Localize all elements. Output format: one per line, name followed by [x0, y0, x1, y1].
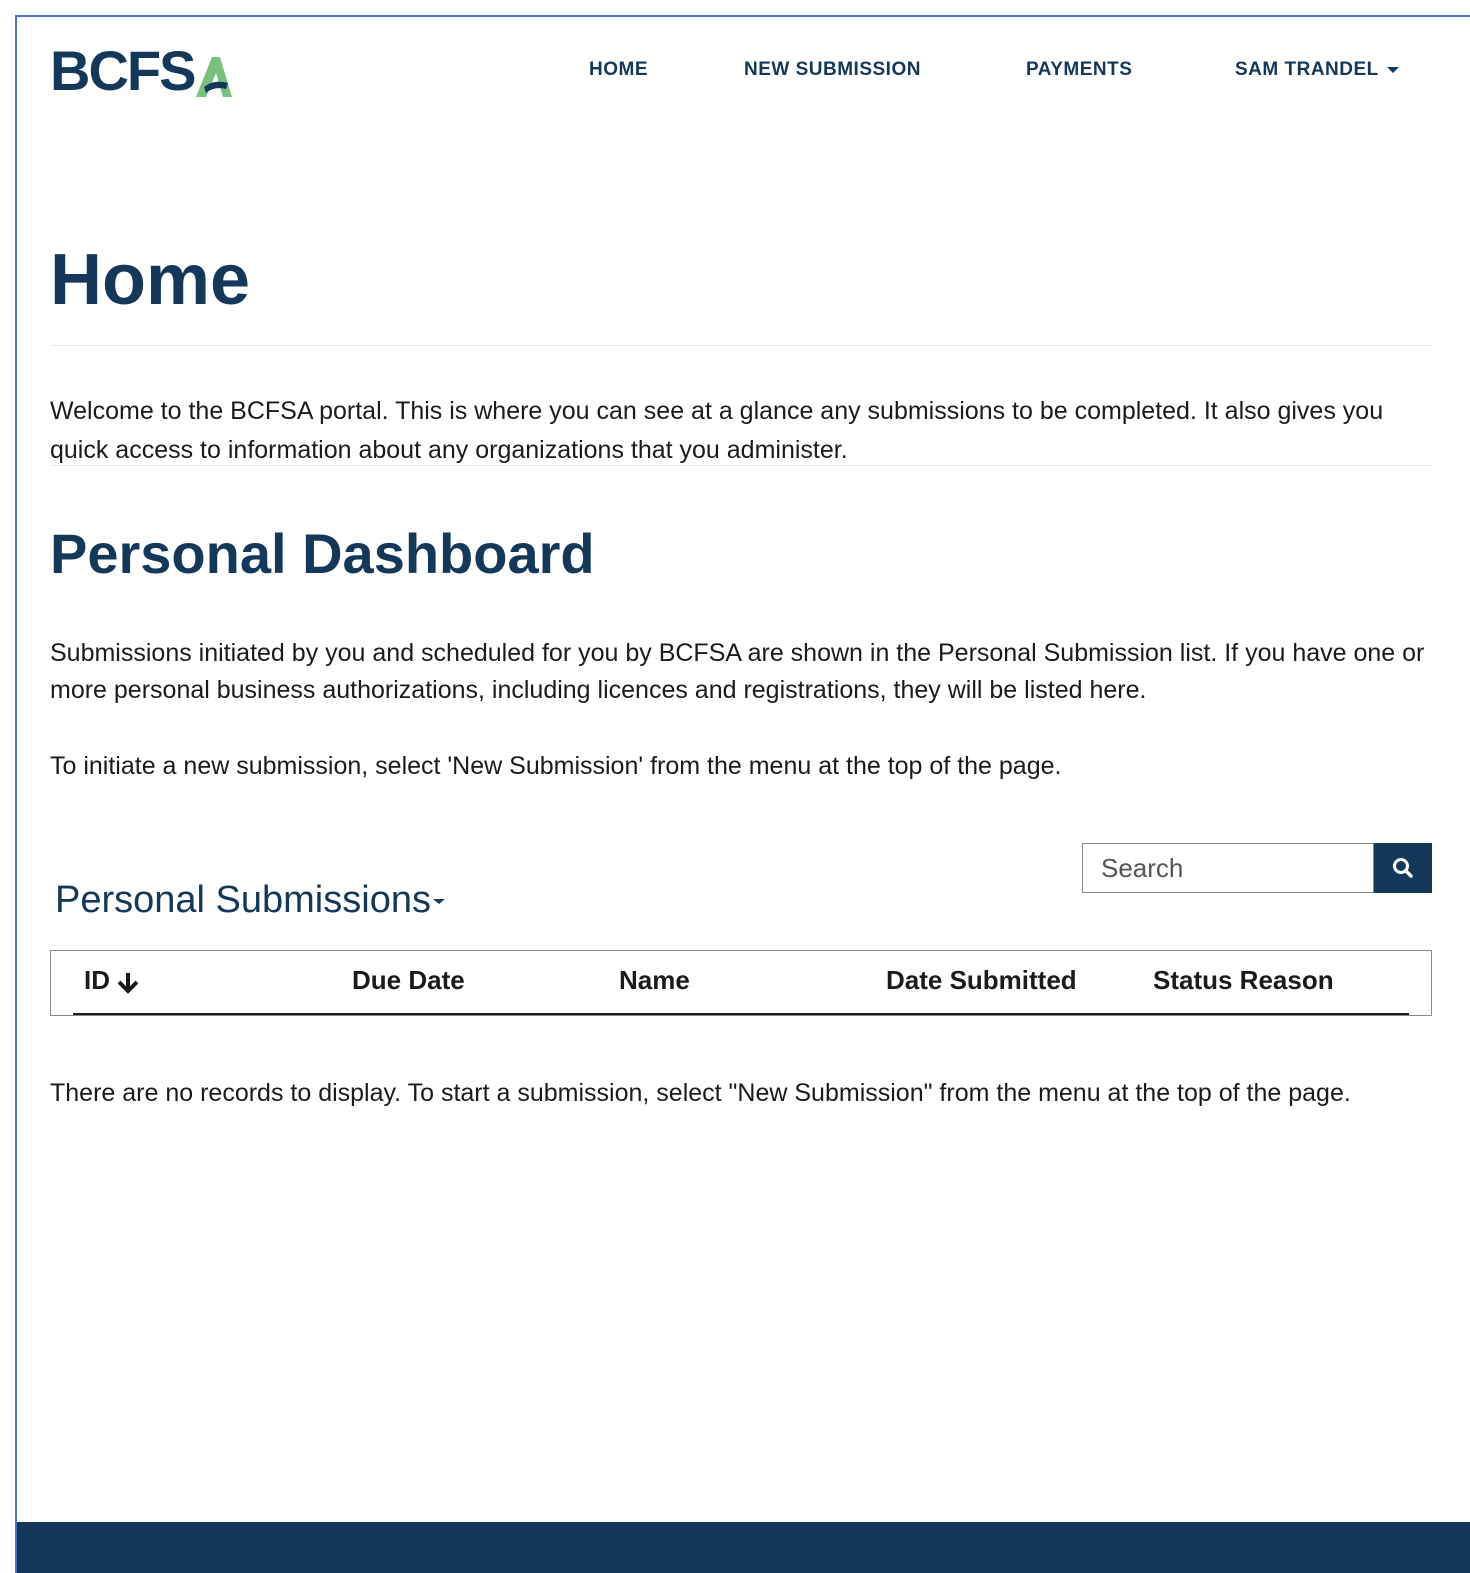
- submissions-title: Personal Submissions: [55, 879, 431, 921]
- submissions-dropdown[interactable]: Personal Submissions: [55, 877, 445, 923]
- submissions-table: ID Due Date Name Date Submitted Status R…: [50, 950, 1432, 1016]
- page-frame: BCFS HOME NEW SUBMISSION PAYMENTS SAM TR…: [15, 15, 1470, 1573]
- site-footer: [17, 1522, 1470, 1573]
- search-icon: [1393, 858, 1413, 878]
- dashboard-title: Personal Dashboard: [50, 522, 595, 585]
- nav-new-submission[interactable]: NEW SUBMISSION: [744, 59, 921, 81]
- column-header-name[interactable]: Name: [619, 965, 690, 996]
- divider: [50, 345, 1432, 346]
- main-nav: HOME NEW SUBMISSION PAYMENTS SAM TRANDEL: [17, 59, 1470, 85]
- page-title: Home: [50, 240, 251, 320]
- site-header: BCFS HOME NEW SUBMISSION PAYMENTS SAM TR…: [17, 17, 1470, 127]
- column-header-date-submitted[interactable]: Date Submitted: [886, 965, 1077, 996]
- search-button[interactable]: [1374, 843, 1432, 893]
- search-field: [1082, 843, 1374, 893]
- user-name: SAM TRANDEL: [1235, 59, 1379, 80]
- search-input[interactable]: [1083, 844, 1373, 892]
- welcome-text: Welcome to the BCFSA portal. This is whe…: [50, 397, 1384, 464]
- dashboard-instruction: To initiate a new submission, select 'Ne…: [50, 752, 1062, 780]
- chevron-down-icon: [432, 899, 445, 905]
- nav-payments[interactable]: PAYMENTS: [1026, 59, 1132, 81]
- column-header-due-date[interactable]: Due Date: [352, 965, 465, 996]
- dashboard-description: Submissions initiated by you and schedul…: [50, 639, 1425, 704]
- nav-home[interactable]: HOME: [589, 59, 648, 81]
- column-header-id[interactable]: ID: [84, 965, 140, 996]
- header-underline: [73, 1013, 1409, 1015]
- chevron-down-icon: [1386, 66, 1399, 73]
- empty-state-message: There are no records to display. To star…: [50, 1079, 1351, 1107]
- nav-user-menu[interactable]: SAM TRANDEL: [1235, 59, 1399, 81]
- divider: [50, 465, 1432, 466]
- column-label: ID: [84, 965, 110, 995]
- sort-descending-icon: [117, 973, 139, 994]
- column-header-status-reason[interactable]: Status Reason: [1153, 965, 1334, 996]
